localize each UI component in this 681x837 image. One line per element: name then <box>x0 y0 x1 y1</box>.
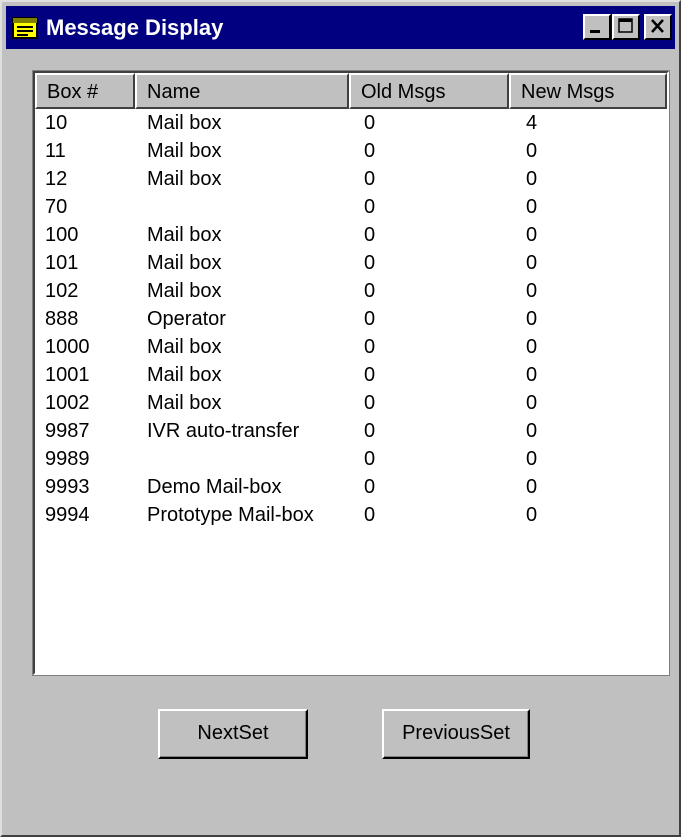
table-row[interactable]: 70 0 0 <box>35 193 667 221</box>
box-number-cell: 11 <box>45 140 66 162</box>
minimize-icon <box>590 30 600 33</box>
list-body: 10 Mail box 0 4 11 Mail box 0 0 12 Mail box 0 0 7… <box>35 109 667 529</box>
old-msgs-cell: 0 <box>364 420 376 442</box>
old-msgs-cell: 0 <box>364 224 376 246</box>
table-row[interactable]: 102 Mail box 0 0 <box>35 277 667 305</box>
name-cell: Mail box <box>147 364 222 386</box>
box-number-cell: 70 <box>45 196 68 218</box>
close-button[interactable] <box>644 14 672 40</box>
table-row[interactable]: 1000 Mail box 0 0 <box>35 333 667 361</box>
name-cell: Operator <box>147 308 226 330</box>
old-msgs-cell: 0 <box>364 392 376 414</box>
old-msgs-cell: 0 <box>364 336 376 358</box>
old-msgs-cell: 0 <box>364 140 376 162</box>
new-msgs-cell: 4 <box>526 112 538 134</box>
name-cell: Mail box <box>147 280 222 302</box>
table-row[interactable]: 9994 Prototype Mail-box 0 0 <box>35 501 667 529</box>
name-cell: Mail box <box>147 392 222 414</box>
next-set-button[interactable]: NextSet <box>158 709 308 759</box>
old-msgs-cell: 0 <box>364 364 376 386</box>
box-number-cell: 9987 <box>45 420 90 442</box>
old-msgs-cell: 0 <box>364 448 376 470</box>
column-header-box-number[interactable]: Box # <box>35 73 135 109</box>
table-row[interactable]: 11 Mail box 0 0 <box>35 137 667 165</box>
previous-set-button[interactable]: PreviousSet <box>382 709 530 759</box>
maximize-button[interactable] <box>612 14 640 40</box>
old-msgs-cell: 0 <box>364 168 376 190</box>
name-cell: Mail box <box>147 224 222 246</box>
old-msgs-cell: 0 <box>364 308 376 330</box>
new-msgs-cell: 0 <box>526 308 538 330</box>
new-msgs-cell: 0 <box>526 336 538 358</box>
old-msgs-cell: 0 <box>364 196 376 218</box>
new-msgs-cell: 0 <box>526 448 538 470</box>
new-msgs-cell: 0 <box>526 168 538 190</box>
old-msgs-cell: 0 <box>364 504 376 526</box>
title-bar[interactable]: Message Display <box>6 6 675 49</box>
old-msgs-cell: 0 <box>364 280 376 302</box>
new-msgs-cell: 0 <box>526 280 538 302</box>
maximize-icon <box>618 18 633 33</box>
table-row[interactable]: 101 Mail box 0 0 <box>35 249 667 277</box>
column-header-name[interactable]: Name <box>135 73 349 109</box>
name-cell: Mail box <box>147 252 222 274</box>
new-msgs-cell: 0 <box>526 224 538 246</box>
old-msgs-cell: 0 <box>364 112 376 134</box>
box-number-cell: 100 <box>45 224 79 246</box>
name-cell: Mail box <box>147 112 222 134</box>
box-number-cell: 9989 <box>45 448 90 470</box>
box-number-cell: 9993 <box>45 476 90 498</box>
name-cell: Mail box <box>147 140 222 162</box>
minimize-button[interactable] <box>583 14 611 40</box>
box-number-cell: 1002 <box>45 392 90 414</box>
name-cell: Mail box <box>147 168 222 190</box>
message-display-window: Message Display Box # Name Old Msgs New … <box>0 0 681 837</box>
message-display-icon <box>12 17 38 39</box>
name-cell: Demo Mail-box <box>147 476 282 498</box>
mailbox-list[interactable]: Box # Name Old Msgs New Msgs 10 Mail box 0… <box>32 70 670 676</box>
table-row[interactable]: 100 Mail box 0 0 <box>35 221 667 249</box>
box-number-cell: 10 <box>45 112 68 134</box>
table-row[interactable]: 12 Mail box 0 0 <box>35 165 667 193</box>
table-row[interactable]: 888 Operator 0 0 <box>35 305 667 333</box>
box-number-cell: 1000 <box>45 336 90 358</box>
column-header-old-msgs[interactable]: Old Msgs <box>349 73 509 109</box>
old-msgs-cell: 0 <box>364 476 376 498</box>
box-number-cell: 888 <box>45 308 79 330</box>
name-cell: IVR auto-transfer <box>147 420 300 442</box>
new-msgs-cell: 0 <box>526 196 538 218</box>
close-icon <box>651 19 664 33</box>
new-msgs-cell: 0 <box>526 392 538 414</box>
box-number-cell: 102 <box>45 280 79 302</box>
name-cell: Mail box <box>147 336 222 358</box>
box-number-cell: 12 <box>45 168 68 190</box>
table-row[interactable]: 9993 Demo Mail-box 0 0 <box>35 473 667 501</box>
table-row[interactable]: 9989 0 0 <box>35 445 667 473</box>
box-number-cell: 9994 <box>45 504 90 526</box>
old-msgs-cell: 0 <box>364 252 376 274</box>
box-number-cell: 101 <box>45 252 79 274</box>
new-msgs-cell: 0 <box>526 504 538 526</box>
table-row[interactable]: 9987 IVR auto-transfer 0 0 <box>35 417 667 445</box>
table-row[interactable]: 10 Mail box 0 4 <box>35 109 667 137</box>
name-cell: Prototype Mail-box <box>147 504 314 526</box>
new-msgs-cell: 0 <box>526 140 538 162</box>
new-msgs-cell: 0 <box>526 420 538 442</box>
new-msgs-cell: 0 <box>526 252 538 274</box>
new-msgs-cell: 0 <box>526 364 538 386</box>
list-header: Box # Name Old Msgs New Msgs <box>35 73 667 109</box>
column-header-new-msgs[interactable]: New Msgs <box>509 73 667 109</box>
window-title: Message Display <box>46 15 224 40</box>
table-row[interactable]: 1001 Mail box 0 0 <box>35 361 667 389</box>
new-msgs-cell: 0 <box>526 476 538 498</box>
box-number-cell: 1001 <box>45 364 90 386</box>
table-row[interactable]: 1002 Mail box 0 0 <box>35 389 667 417</box>
